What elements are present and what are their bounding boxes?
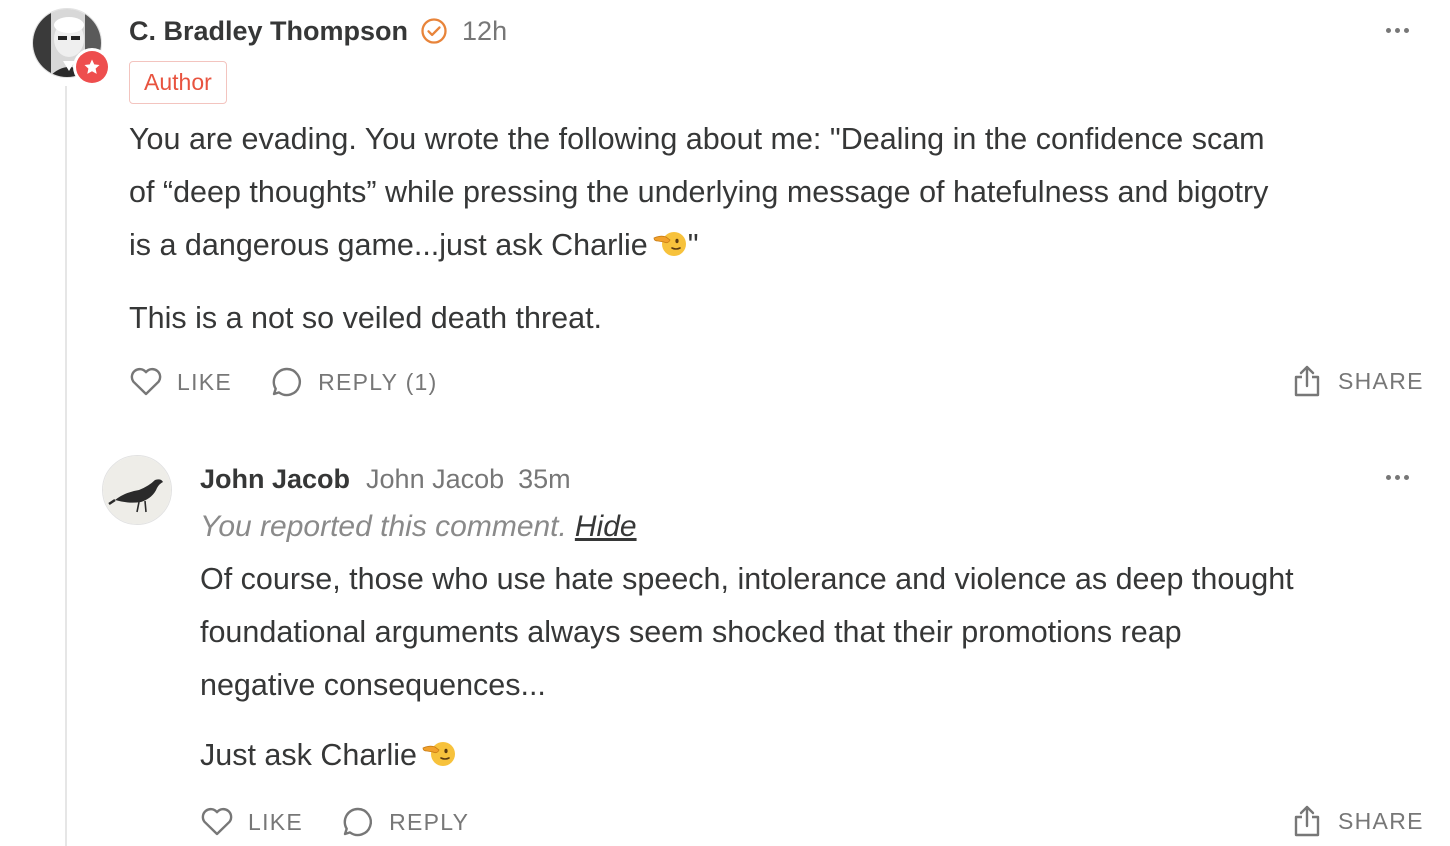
reply-author-avatar[interactable]: [102, 455, 172, 525]
reported-notice: You reported this comment. Hide: [200, 510, 637, 544]
reply-header: John Jacob John Jacob 35m: [200, 461, 571, 497]
reply-author-name[interactable]: John Jacob: [200, 464, 350, 495]
reply-actions: LIKE REPLY: [200, 805, 469, 839]
author-name[interactable]: C. Bradley Thompson: [129, 16, 408, 47]
like-button[interactable]: LIKE: [129, 366, 232, 398]
heart-icon: [130, 367, 162, 396]
share-icon: [1294, 805, 1320, 837]
comment-body-line: is a dangerous game...just ask Charlie ": [129, 219, 1268, 275]
share-icon: [1294, 365, 1320, 397]
verified-check-icon: [420, 17, 448, 45]
like-button[interactable]: LIKE: [200, 806, 303, 838]
author-badge: Author: [129, 61, 227, 104]
reply-author-handle[interactable]: John Jacob: [366, 464, 504, 495]
heart-icon: [201, 807, 233, 836]
reply-body-line: foundational arguments always seem shock…: [200, 615, 1182, 649]
share-button[interactable]: SHARE: [1292, 804, 1424, 838]
speech-bubble-icon: [343, 807, 373, 837]
share-label: SHARE: [1338, 367, 1424, 394]
more-dots-icon[interactable]: [1386, 28, 1409, 33]
pointing-emoji-icon: [421, 732, 457, 785]
author-star-icon: [73, 48, 111, 86]
reply-button[interactable]: REPLY: [341, 805, 469, 839]
comment-body-paragraph: This is a not so veiled death threat.: [129, 301, 603, 335]
comment-actions: LIKE REPLY (1): [129, 365, 438, 399]
reply-label: REPLY (1): [318, 368, 438, 395]
hide-link[interactable]: Hide: [575, 510, 637, 543]
comment-body-line: You are evading. You wrote the following…: [129, 122, 1265, 156]
comment-body-line: of “deep thoughts” while pressing the un…: [129, 175, 1269, 209]
reply-body-paragraph: Just ask Charlie: [200, 729, 1294, 785]
comment-timestamp[interactable]: 12h: [462, 16, 507, 47]
reported-text: You reported this comment.: [200, 510, 567, 543]
thread-line: [65, 86, 67, 846]
speech-bubble-icon: [272, 367, 302, 397]
like-label: LIKE: [177, 368, 233, 395]
reply-timestamp[interactable]: 35m: [518, 464, 571, 495]
comment-body: You are evading. You wrote the following…: [129, 113, 1268, 345]
reply-body: Of course, those who use hate speech, in…: [200, 553, 1294, 785]
reply-label: REPLY: [389, 808, 470, 835]
more-dots-icon[interactable]: [1386, 475, 1409, 480]
share-label: SHARE: [1338, 807, 1424, 834]
share-button[interactable]: SHARE: [1292, 364, 1424, 398]
reply-button[interactable]: REPLY (1): [270, 365, 438, 399]
reply-body-line: negative consequences...: [200, 668, 546, 702]
comment-header: C. Bradley Thompson 12h: [129, 12, 507, 50]
like-label: LIKE: [248, 808, 304, 835]
reply-body-line: Of course, those who use hate speech, in…: [200, 562, 1294, 596]
pointing-emoji-icon: [652, 222, 688, 275]
comment-thread: C. Bradley Thompson 12h Author You are e…: [0, 0, 1450, 846]
